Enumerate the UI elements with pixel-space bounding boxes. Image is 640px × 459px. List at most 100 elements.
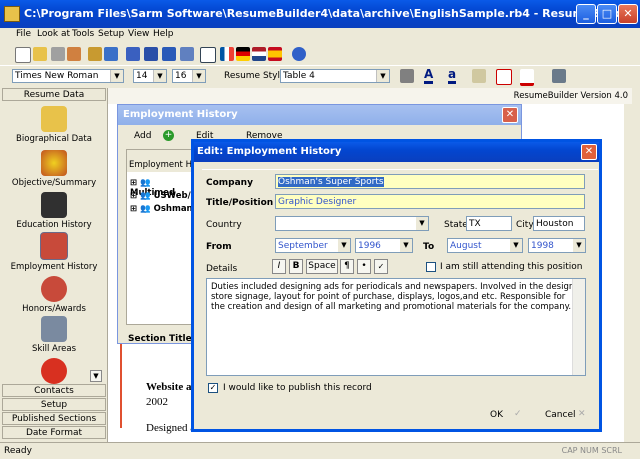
- title-bar: C:\Program Files\Sarm Software\ResumeBui…: [0, 0, 640, 28]
- close-button[interactable]: ✕: [618, 4, 638, 24]
- tool-icon[interactable]: [88, 47, 102, 61]
- bold-button[interactable]: B: [289, 259, 303, 274]
- main-toolbar: [0, 44, 640, 66]
- version-label: ResumeBuilder Version 4.0: [513, 91, 628, 101]
- to-label: To: [423, 242, 435, 252]
- sidebar-item-education[interactable]: Education History: [2, 192, 106, 230]
- menu-bar: File Look at Tools Setup View Help: [0, 28, 640, 44]
- from-label: From: [206, 242, 232, 252]
- sidebar-item-employment[interactable]: Employment History: [2, 232, 106, 272]
- spellcheck-button[interactable]: ✓: [374, 259, 388, 274]
- font-size-select[interactable]: 14 ▼: [133, 69, 167, 83]
- font-select[interactable]: Times New Roman ▼: [12, 69, 124, 83]
- html-icon[interactable]: [144, 47, 158, 61]
- edit-dialog: Edit: Employment History ✕ Company Oshma…: [191, 139, 602, 432]
- title-position-field[interactable]: Graphic Designer: [275, 194, 585, 209]
- country-select[interactable]: ▼: [275, 216, 429, 231]
- menu-tools[interactable]: Tools: [72, 29, 94, 39]
- employment-icon: [40, 232, 68, 260]
- resume-style-label: Resume Style: [224, 71, 286, 81]
- keyboard-icon[interactable]: [552, 69, 566, 83]
- maximize-button[interactable]: □: [597, 4, 617, 24]
- view-icon[interactable]: [180, 47, 194, 61]
- details-scrollbar[interactable]: [572, 279, 585, 375]
- space-button[interactable]: Space: [306, 259, 338, 274]
- cancel-button[interactable]: Cancel: [545, 410, 576, 420]
- state-field[interactable]: TX: [466, 216, 512, 231]
- doc-icon[interactable]: [126, 47, 140, 61]
- sidebar-item-skills[interactable]: Skill Areas: [2, 316, 106, 354]
- from-month-select[interactable]: September ▼: [275, 238, 351, 253]
- city-label: City: [516, 220, 534, 230]
- details-line: store signage, layout for point of purch…: [211, 292, 566, 302]
- flag-fr-icon[interactable]: [220, 47, 234, 61]
- fill-icon[interactable]: [472, 69, 486, 83]
- title-position-label: Title/Position: [206, 198, 274, 208]
- company-label: Company: [206, 178, 253, 188]
- word-icon[interactable]: [162, 47, 176, 61]
- education-icon: [41, 192, 67, 218]
- ok-button[interactable]: OK: [490, 410, 503, 420]
- sidebar-scroll-down[interactable]: ▼: [90, 370, 102, 382]
- menu-view[interactable]: View: [128, 29, 149, 39]
- find-icon[interactable]: [400, 69, 414, 83]
- globe-icon[interactable]: [104, 47, 118, 61]
- sidebar-item-objective[interactable]: Objective/Summary: [2, 150, 106, 188]
- sidebar-date-format[interactable]: Date Format: [2, 426, 106, 439]
- doc-line-1: Website a: [146, 381, 192, 393]
- flag-es-icon[interactable]: [268, 47, 282, 61]
- biographical-icon: [41, 106, 67, 132]
- sidebar-published-sections[interactable]: Published Sections: [2, 412, 106, 425]
- add-icon[interactable]: +: [163, 130, 174, 141]
- chart-icon[interactable]: [200, 47, 216, 63]
- menu-look-at[interactable]: Look at: [37, 29, 70, 39]
- dialog-caption: Edit: Employment History ✕: [194, 142, 599, 162]
- company-field[interactable]: Oshman's Super Sports: [275, 174, 585, 189]
- menu-help[interactable]: Help: [153, 29, 174, 39]
- status-text: Ready: [4, 446, 32, 456]
- publish-checkbox[interactable]: ✓: [208, 383, 218, 393]
- help-icon[interactable]: [292, 47, 306, 61]
- cancel-x-icon: ✕: [578, 409, 586, 419]
- employment-close-button[interactable]: ✕: [502, 107, 518, 123]
- resume-style-select[interactable]: Table 4 ▼: [280, 69, 390, 83]
- flag-de-icon[interactable]: [236, 47, 250, 61]
- to-year-select[interactable]: 1998 ▼: [528, 238, 586, 253]
- new-icon[interactable]: [15, 47, 31, 63]
- sidebar-setup[interactable]: Setup: [2, 398, 106, 411]
- to-month-select[interactable]: August ▼: [447, 238, 523, 253]
- highlight-icon[interactable]: a: [448, 68, 457, 84]
- export-icon[interactable]: [67, 47, 81, 61]
- italic-button[interactable]: I: [272, 259, 286, 274]
- menu-setup[interactable]: Setup: [98, 29, 124, 39]
- still-attending-checkbox[interactable]: [426, 262, 436, 272]
- border-icon[interactable]: [496, 69, 512, 85]
- doc-scrollbar[interactable]: [624, 104, 632, 442]
- print-icon[interactable]: [51, 47, 65, 61]
- minimize-button[interactable]: _: [576, 4, 596, 24]
- from-year-select[interactable]: 1996 ▼: [355, 238, 413, 253]
- paragraph-button[interactable]: ¶: [340, 259, 354, 274]
- sidebar-contacts[interactable]: Contacts: [2, 384, 106, 397]
- city-field[interactable]: Houston: [533, 216, 585, 231]
- tree-item[interactable]: ⊞ 👥 USWeb/: [130, 191, 191, 201]
- open-icon[interactable]: [33, 47, 47, 61]
- status-bar: Ready CAP NUM SCRL: [0, 442, 640, 459]
- resume-data-header[interactable]: Resume Data: [2, 88, 106, 101]
- sidebar-item-biographical[interactable]: Biographical Data: [2, 106, 106, 144]
- menu-file[interactable]: File: [16, 29, 31, 39]
- bullet-button[interactable]: •: [357, 259, 371, 274]
- dialog-close-button[interactable]: ✕: [581, 144, 597, 160]
- sidebar-item-honors[interactable]: Honors/Awards: [2, 276, 106, 314]
- font-color-icon[interactable]: A: [424, 68, 434, 84]
- flag-nl-icon[interactable]: [252, 47, 266, 61]
- font-size2-select[interactable]: 16 ▼: [172, 69, 206, 83]
- country-label: Country: [206, 220, 242, 230]
- tree-item[interactable]: ⊞ 👥 Oshman': [130, 204, 195, 214]
- sidebar: Resume Data Biographical Data Objective/…: [0, 88, 108, 442]
- add-label[interactable]: Add: [134, 131, 151, 141]
- line-color-icon[interactable]: [520, 69, 534, 86]
- details-textarea[interactable]: Duties included designing ads for period…: [206, 278, 586, 376]
- details-line: the creation and design of all marketing…: [211, 302, 572, 312]
- ok-check-icon: ✓: [514, 409, 522, 419]
